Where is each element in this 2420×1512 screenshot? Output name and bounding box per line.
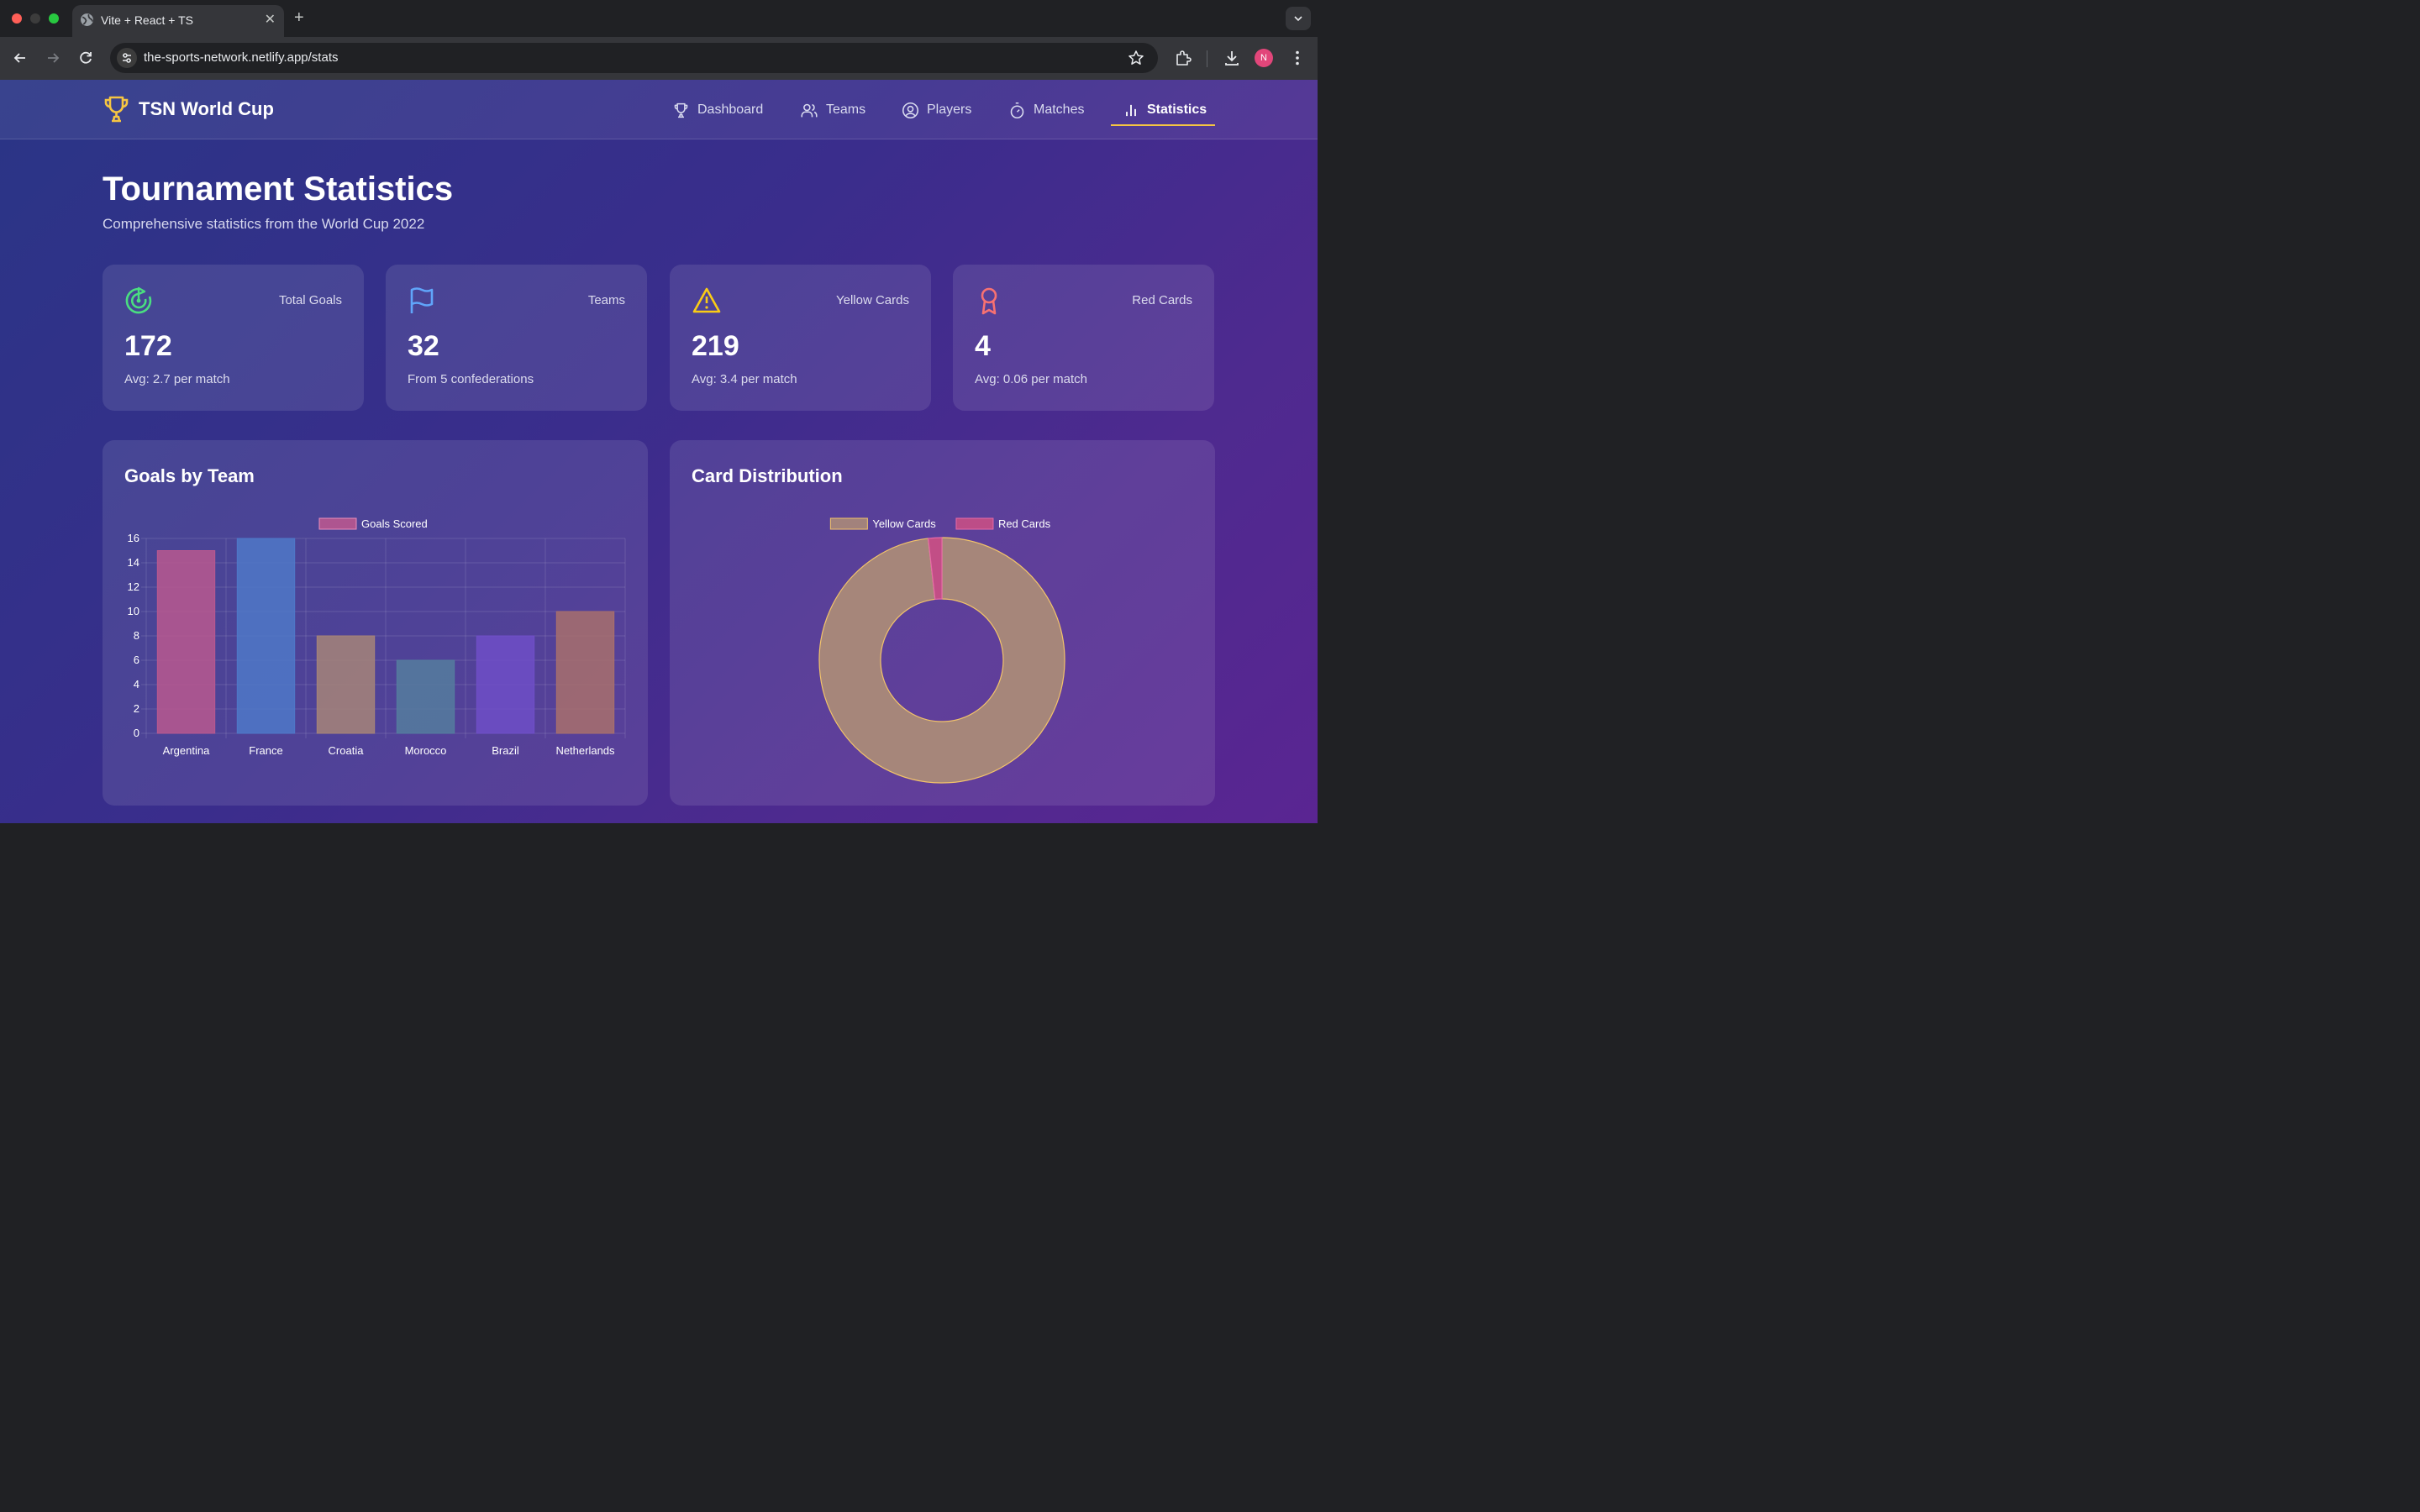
x-tick-label: Argentina	[163, 744, 210, 757]
x-tick-label: Brazil	[492, 744, 519, 757]
warning-icon	[692, 287, 721, 313]
bar-france	[236, 538, 296, 734]
nav-label: Players	[927, 102, 972, 117]
goals-bar-chart[interactable]: 0 2 4 6 8 10 12 14 16 Goals Scored Argentina France…	[103, 440, 648, 806]
legend-label: Yellow Cards	[872, 517, 936, 530]
award-ribbon-icon	[981, 287, 997, 315]
users-icon	[801, 103, 818, 117]
card-doughnut-chart[interactable]: Yellow Cards Red Cards	[670, 440, 1215, 806]
nav-item-dashboard[interactable]: Dashboard	[672, 98, 763, 122]
top-navbar: TSN World Cup Dashboard Teams Players Ma…	[0, 80, 1318, 139]
stat-card-total-goals: Total Goals 172 Avg: 2.7 per match	[103, 265, 364, 411]
tab-close-icon[interactable]: ✕	[265, 12, 276, 29]
back-arrow-icon[interactable]	[11, 49, 29, 67]
bar-chart-icon	[1126, 104, 1136, 116]
window-close-button[interactable]	[12, 13, 22, 24]
legend-swatch	[318, 517, 357, 530]
legend-label: Goals Scored	[361, 517, 428, 530]
url-text[interactable]: the-sports-network.netlify.app/stats	[144, 50, 339, 65]
x-tick-label: France	[249, 744, 282, 757]
reload-icon[interactable]	[76, 49, 95, 67]
y-tick-label: 4	[134, 678, 139, 690]
x-tick-label: Croatia	[329, 744, 365, 757]
legend-swatch	[829, 517, 868, 530]
x-tick-label: Morocco	[405, 744, 447, 757]
card-distribution-panel: Card Distribution Yellow Cards Red Cards	[670, 440, 1215, 806]
stat-card-red-cards: Red Cards 4 Avg: 0.06 per match	[953, 265, 1214, 411]
y-tick-label: 10	[128, 605, 139, 617]
stat-value: 219	[692, 330, 739, 362]
tab-search-button[interactable]	[1286, 7, 1311, 30]
window-minimize-button[interactable]	[30, 13, 40, 24]
nav-item-matches[interactable]: Matches	[1008, 98, 1084, 122]
bar-argentina	[156, 550, 216, 734]
nav-label: Teams	[826, 102, 866, 117]
y-tick-label: 0	[134, 727, 139, 739]
y-tick-label: 2	[134, 702, 139, 715]
bar-brazil	[476, 635, 535, 734]
nav-label: Matches	[1034, 102, 1085, 117]
y-tick-label: 8	[134, 629, 139, 642]
legend-label: Red Cards	[998, 517, 1051, 530]
brand-name: TSN World Cup	[139, 98, 274, 119]
y-tick-label: 14	[128, 556, 139, 569]
trophy-icon	[674, 102, 688, 118]
stat-subtext: Avg: 2.7 per match	[124, 372, 230, 386]
stat-label: Red Cards	[1132, 293, 1192, 307]
y-tick-label: 6	[134, 654, 139, 666]
bar-morocco	[396, 659, 455, 734]
stat-label: Yellow Cards	[836, 293, 909, 307]
stat-value: 32	[408, 330, 439, 362]
stat-value: 172	[124, 330, 172, 362]
legend-swatch	[955, 517, 994, 530]
new-tab-button[interactable]: +	[294, 8, 304, 27]
address-bar[interactable]: the-sports-network.netlify.app/stats	[110, 43, 1158, 73]
y-tick-label: 12	[128, 580, 139, 593]
profile-avatar[interactable]: N	[1255, 49, 1273, 67]
window-maximize-button[interactable]	[49, 13, 59, 24]
page-title: Tournament Statistics	[103, 171, 454, 207]
brand-logo[interactable]: TSN World Cup	[103, 95, 274, 123]
browser-tab[interactable]: Vite + React + TS ✕	[72, 5, 284, 37]
timer-icon	[1010, 102, 1024, 118]
nav-label: Statistics	[1147, 102, 1207, 117]
goals-by-team-panel: Goals by Team 0 2 4 6 8 10 12 14 16 Goals Scored A…	[103, 440, 648, 806]
trophy-icon	[104, 96, 129, 123]
x-tick-label: Netherlands	[555, 744, 615, 757]
app-viewport: TSN World Cup Dashboard Teams Players Ma…	[0, 80, 1318, 823]
browser-tab-strip: Vite + React + TS ✕ +	[0, 0, 1318, 37]
extensions-puzzle-icon[interactable]	[1174, 49, 1192, 67]
stat-label: Total Goals	[278, 293, 342, 307]
download-icon[interactable]	[1223, 49, 1241, 67]
stat-value: 4	[975, 330, 991, 362]
y-tick-label: 16	[128, 532, 139, 544]
chevron-down-icon	[1294, 16, 1302, 22]
page-subtitle: Comprehensive statistics from the World …	[103, 216, 425, 232]
stat-card-yellow-cards: Yellow Cards 219 Avg: 3.4 per match	[670, 265, 931, 411]
nav-label: Dashboard	[697, 102, 764, 117]
bar-croatia	[316, 635, 376, 734]
stat-label: Teams	[587, 293, 625, 307]
tune-icon	[123, 53, 131, 63]
bookmark-star-icon[interactable]	[1128, 50, 1144, 66]
user-circle-icon	[902, 102, 919, 118]
globe-icon	[81, 13, 93, 26]
stat-subtext: Avg: 3.4 per match	[692, 372, 797, 386]
browser-toolbar: the-sports-network.netlify.app/stats N	[0, 37, 1318, 80]
more-vertical-icon[interactable]	[1288, 49, 1307, 67]
goal-target-icon	[125, 286, 152, 314]
stat-subtext: Avg: 0.06 per match	[975, 372, 1087, 386]
bar-netherlands	[555, 611, 615, 734]
stat-subtext: From 5 confederations	[408, 372, 534, 386]
nav-item-teams[interactable]: Teams	[800, 98, 865, 122]
active-nav-indicator	[1111, 124, 1215, 126]
stat-card-teams: Teams 32 From 5 confederations	[386, 265, 647, 411]
site-info-button[interactable]	[117, 48, 137, 68]
nav-item-players[interactable]: Players	[902, 98, 971, 122]
tab-title: Vite + React + TS	[101, 13, 193, 27]
forward-arrow-icon[interactable]	[44, 49, 62, 67]
flag-icon	[410, 287, 434, 313]
nav-item-statistics[interactable]: Statistics	[1123, 98, 1207, 122]
